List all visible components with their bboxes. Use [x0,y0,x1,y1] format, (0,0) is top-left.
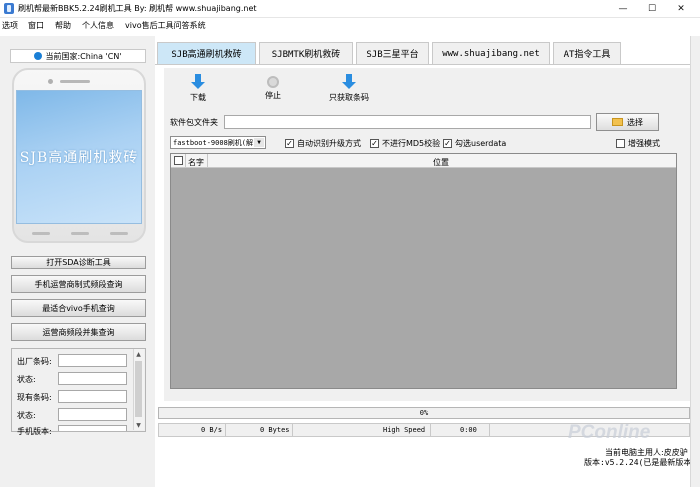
country-label: 当前国家:China 'CN' [45,51,122,61]
stop-icon [267,76,279,88]
package-folder-input[interactable] [224,115,591,129]
checkbox-checked-icon: ✓ [443,139,452,148]
menu-window[interactable]: 窗口 [28,20,44,31]
status-divider [489,424,490,436]
transferred-bytes: 0 Bytes [260,426,290,434]
tab-sjb-qualcomm[interactable]: SJB高通刷机救砖 [157,42,256,64]
skip-md5-label: 不进行MD5校验 [382,139,441,148]
tab-sjb-samsung[interactable]: SJB三星平台 [356,42,429,64]
phone-key-icon [32,231,50,235]
select-label: 选择 [627,117,643,127]
package-folder-label: 软件包文件夹 [170,118,218,127]
download-arrow-icon [341,74,357,90]
tab-sjb-mtk[interactable]: SJBMTK刷机救砖 [259,42,353,64]
status-divider [225,424,226,436]
select-folder-button[interactable]: 选择 [596,113,659,131]
userdata-checkbox[interactable]: ✓ 勾选userdata [443,138,506,149]
checkbox-checked-icon: ✓ [285,139,294,148]
menu-help[interactable]: 帮助 [55,20,71,31]
fetch-barcode-button[interactable]: 只获取条码 [329,74,369,103]
column-header-position[interactable]: 位置 [433,157,449,168]
maximize-button[interactable]: ☐ [638,0,666,18]
skip-md5-checkbox[interactable]: ✓ 不进行MD5校验 [370,138,440,149]
enhanced-mode-label: 增强模式 [628,139,660,148]
phone-key-icon [71,231,89,235]
phone-keys [32,228,128,238]
status-field-2[interactable] [58,408,127,421]
status-label-2: 状态: [17,411,36,420]
chevron-down-icon: ▼ [254,138,264,147]
menu-vivo-qa[interactable]: vivo售后工具问答系统 [125,20,206,31]
stop-button[interactable]: 停止 [265,74,281,101]
select-all-checkbox[interactable] [174,156,183,165]
status-label: 状态: [17,375,36,384]
column-header-name[interactable]: 名字 [188,157,204,168]
phone-key-icon [110,231,128,235]
menu-options[interactable]: 选项 [2,20,18,31]
partition-grid[interactable] [170,153,677,389]
download-label: 下载 [190,93,206,102]
status-divider [430,424,431,436]
phone-speaker-icon [60,80,90,83]
info-scroll-thumb[interactable] [135,361,142,417]
tab-at-commands[interactable]: AT指令工具 [553,42,621,64]
globe-icon [34,52,43,60]
userdata-label: 勾选userdata [455,139,507,148]
status-field[interactable] [58,372,127,385]
stop-label: 停止 [265,91,281,100]
phone-version-label: 手机版本: [17,427,52,436]
flash-mode-value: fastboot-9008刷机(解 [173,138,254,147]
download-button[interactable]: 下载 [190,74,206,103]
column-divider[interactable] [207,154,208,168]
phone-version-field[interactable] [58,425,127,431]
current-barcode-label: 现有条码: [17,393,52,402]
factory-barcode-field[interactable] [58,354,127,367]
status-divider [292,424,293,436]
flash-mode-select[interactable]: fastboot-9008刷机(解 ▼ [170,136,266,149]
watermark: PConline [568,422,651,443]
band-union-query-button[interactable]: 运营商频段并集查询 [11,323,146,341]
country-indicator: 当前国家:China 'CN' [10,49,146,63]
phone-camera-icon [48,79,53,84]
elapsed-time: 0:00 [460,426,477,434]
checkbox-empty-icon [616,139,625,148]
scroll-up-icon[interactable]: ▲ [133,349,144,360]
checkbox-checked-icon: ✓ [370,139,379,148]
column-divider [185,154,186,168]
phone-screen: SJB高通刷机救砖 [16,90,142,224]
window-title: 刷机帮最新BBK5.2.24刷机工具 By: 刷机帮 www.shuajiban… [18,4,257,13]
progress-text: 0% [419,409,429,417]
open-sda-button[interactable]: 打开SDA诊断工具 [11,256,146,269]
tab-website[interactable]: www.shuajibang.net [432,42,550,64]
download-arrow-icon [190,74,206,90]
app-icon [4,3,14,14]
fetch-barcode-label: 只获取条码 [329,93,369,102]
progress-bar: 0% [158,407,690,419]
grid-header [171,154,676,168]
factory-barcode-label: 出厂条码: [17,357,52,366]
folder-icon [612,118,623,126]
scroll-down-icon[interactable]: ▼ [133,420,144,431]
phone-screen-text: SJB高通刷机救砖 [19,150,139,166]
enhanced-mode-checkbox[interactable]: 增强模式 [616,138,660,149]
usb-mode: High Speed [383,426,426,434]
version-info: 版本:v5.2.24(已是最新版本) [584,458,697,467]
tab-underline [155,64,690,65]
auto-detect-checkbox[interactable]: ✓ 自动识别升级方式 [285,138,361,149]
vivo-phone-query-button[interactable]: 最适合vivo手机查询 [11,299,146,317]
auto-detect-label: 自动识别升级方式 [297,139,361,148]
current-barcode-field[interactable] [58,390,127,403]
minimize-button[interactable]: — [609,0,637,18]
close-button[interactable]: ✕ [667,0,695,18]
menu-personal-info[interactable]: 个人信息 [82,20,114,31]
transfer-speed: 0 B/s [201,426,223,434]
window-edge [690,36,700,487]
carrier-band-query-button[interactable]: 手机运营商制式频段查询 [11,275,146,293]
